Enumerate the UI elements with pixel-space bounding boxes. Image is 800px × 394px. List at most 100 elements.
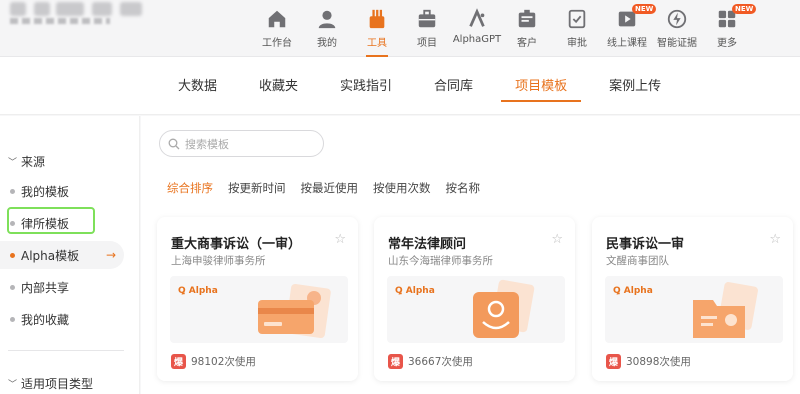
card-title: 重大商事诉讼（一审） [171, 237, 302, 252]
sidebar-item-label: 律所模板 [21, 216, 70, 231]
account-subtitle [10, 18, 110, 24]
sort-by-update-time[interactable]: 按更新时间 [228, 180, 286, 196]
card-org: 上海申骏律师事务所 [171, 255, 266, 267]
card-org: 文醒商事团队 [606, 255, 669, 267]
nav-item-tools[interactable]: 工具 [352, 8, 402, 57]
nav-label: 更多 [717, 38, 737, 49]
template-card[interactable]: 重大商事诉讼（一审） ☆ 上海申骏律师事务所 Ꝗ Alpha 爆 98102次使… [157, 217, 358, 381]
hot-badge: 爆 [388, 354, 403, 369]
sort-by-name[interactable]: 按名称 [446, 180, 481, 196]
sidebar-item-internal-shared[interactable]: 内部共享 [0, 273, 124, 301]
sidebar-item-label: 我的模板 [21, 184, 70, 199]
nav-label: 客户 [517, 38, 537, 49]
sidebar-item-my-favorites[interactable]: 我的收藏 [0, 305, 124, 333]
app-logo [0, 0, 160, 30]
card-banner: Ꝗ Alpha [170, 276, 348, 343]
card-banner: Ꝗ Alpha [605, 276, 783, 343]
card-title: 民事诉讼一审 [606, 237, 685, 252]
nav-label: AlphaGPT [452, 34, 502, 45]
top-navbar: 工作台 我的 工具 项目 AlphaGPT 客户 审批 NEW 线上课程 智能证… [0, 0, 800, 57]
nav-label: 线上课程 [607, 38, 647, 49]
nav-item-courses[interactable]: NEW 线上课程 [602, 4, 657, 56]
sidebar: ﹀ 来源 我的模板 律所模板 Alpha模板 → 内部共享 我的收藏 ﹀ 适用项… [0, 116, 140, 394]
source-heading[interactable]: ﹀ 来源 [8, 153, 45, 170]
search-input[interactable]: 搜索模板 [159, 130, 324, 157]
bullet-icon [10, 188, 15, 194]
search-placeholder: 搜索模板 [185, 137, 229, 151]
chevron-down-icon: ﹀ [8, 158, 18, 168]
star-icon[interactable]: ☆ [769, 232, 781, 247]
nav-label: 智能证据 [657, 38, 697, 49]
template-card[interactable]: 民事诉讼一审 ☆ 文醒商事团队 Ꝗ Alpha 爆 30898次使用 [592, 217, 793, 381]
nav-item-projects[interactable]: 项目 [402, 8, 452, 56]
usage-count: 36667次使用 [408, 356, 473, 368]
tab-project-templates[interactable]: 项目模板 [501, 75, 582, 102]
search-icon [168, 138, 180, 149]
template-panel: 搜索模板 综合排序 按更新时间 按最近使用 按使用次数 按名称 重大商事诉讼（一… [141, 116, 800, 394]
card-org: 山东今海瑞律师事务所 [388, 255, 493, 267]
sort-comprehensive[interactable]: 综合排序 [167, 180, 213, 196]
nav-label: 审批 [567, 38, 587, 49]
hot-badge: 爆 [606, 354, 621, 369]
tab-contract-library[interactable]: 合同库 [420, 75, 487, 102]
sidebar-item-my-templates[interactable]: 我的模板 [0, 177, 124, 205]
sidebar-item-alpha-templates[interactable]: Alpha模板 → [0, 241, 124, 269]
nav-label: 工具 [367, 38, 387, 49]
card-title: 常年法律顾问 [388, 237, 467, 252]
sort-by-use-count[interactable]: 按使用次数 [373, 180, 431, 196]
sort-by-recent-use[interactable]: 按最近使用 [301, 180, 359, 196]
bullet-icon [10, 220, 15, 226]
usage-count: 98102次使用 [191, 356, 256, 368]
tab-practice-guide[interactable]: 实践指引 [326, 75, 406, 102]
tab-big-data[interactable]: 大数据 [164, 75, 231, 102]
nav-item-workbench[interactable]: 工作台 [252, 8, 302, 56]
approval-icon [568, 9, 586, 29]
bullet-icon [10, 284, 15, 290]
sub-navbar: 大数据 收藏夹 实践指引 合同库 项目模板 案例上传 [0, 57, 800, 115]
home-icon [268, 10, 286, 28]
nav-label: 项目 [417, 38, 437, 49]
tab-favorites[interactable]: 收藏夹 [245, 75, 312, 102]
project-type-heading-label: 适用项目类型 [21, 377, 94, 391]
nav-label: 我的 [317, 38, 337, 49]
source-heading-label: 来源 [21, 155, 46, 169]
nav-item-alphagpt[interactable]: AlphaGPT [452, 8, 502, 56]
sidebar-item-label: 内部共享 [21, 280, 70, 295]
tools-icon [369, 9, 385, 29]
card-usage: 爆 30898次使用 [606, 354, 691, 369]
project-type-heading[interactable]: ﹀ 适用项目类型 [8, 375, 93, 392]
tab-case-upload[interactable]: 案例上传 [595, 75, 675, 102]
nav-item-clients[interactable]: 客户 [502, 8, 552, 56]
alphagpt-icon [469, 8, 485, 27]
sidebar-item-label: Alpha模板 [21, 248, 80, 263]
alpha-brand: Ꝗ Alpha [395, 286, 435, 296]
advisor-document-icon [473, 279, 535, 338]
star-icon[interactable]: ☆ [551, 232, 563, 247]
alpha-brand: Ꝗ Alpha [613, 286, 653, 296]
sidebar-item-label: 我的收藏 [21, 312, 70, 327]
nav-item-approval[interactable]: 审批 [552, 8, 602, 56]
sort-options: 综合排序 按更新时间 按最近使用 按使用次数 按名称 [167, 180, 495, 196]
bank-card-icon [258, 283, 331, 339]
chevron-down-icon: ﹀ [8, 380, 18, 390]
alpha-brand: Ꝗ Alpha [178, 286, 218, 296]
new-badge: NEW [732, 4, 757, 14]
nav-label: 工作台 [262, 38, 292, 49]
arrow-right-icon: → [105, 248, 116, 262]
briefcase-icon [418, 9, 436, 28]
sidebar-item-firm-templates[interactable]: 律所模板 [0, 209, 124, 237]
nav-item-mine[interactable]: 我的 [302, 8, 352, 56]
star-icon[interactable]: ☆ [334, 232, 346, 247]
bullet-icon [10, 316, 15, 322]
usage-count: 30898次使用 [626, 356, 691, 368]
card-usage: 爆 98102次使用 [171, 354, 256, 369]
card-banner: Ꝗ Alpha [387, 276, 565, 343]
nav-item-more[interactable]: NEW 更多 [702, 4, 757, 56]
nav-item-evidence[interactable]: 智能证据 [652, 8, 702, 56]
client-icon [518, 9, 536, 28]
folder-user-icon [693, 282, 758, 338]
user-icon [318, 10, 336, 29]
template-card[interactable]: 常年法律顾问 ☆ 山东今海瑞律师事务所 Ꝗ Alpha 爆 36667次使用 [374, 217, 575, 381]
divider [8, 350, 124, 351]
card-usage: 爆 36667次使用 [388, 354, 473, 369]
